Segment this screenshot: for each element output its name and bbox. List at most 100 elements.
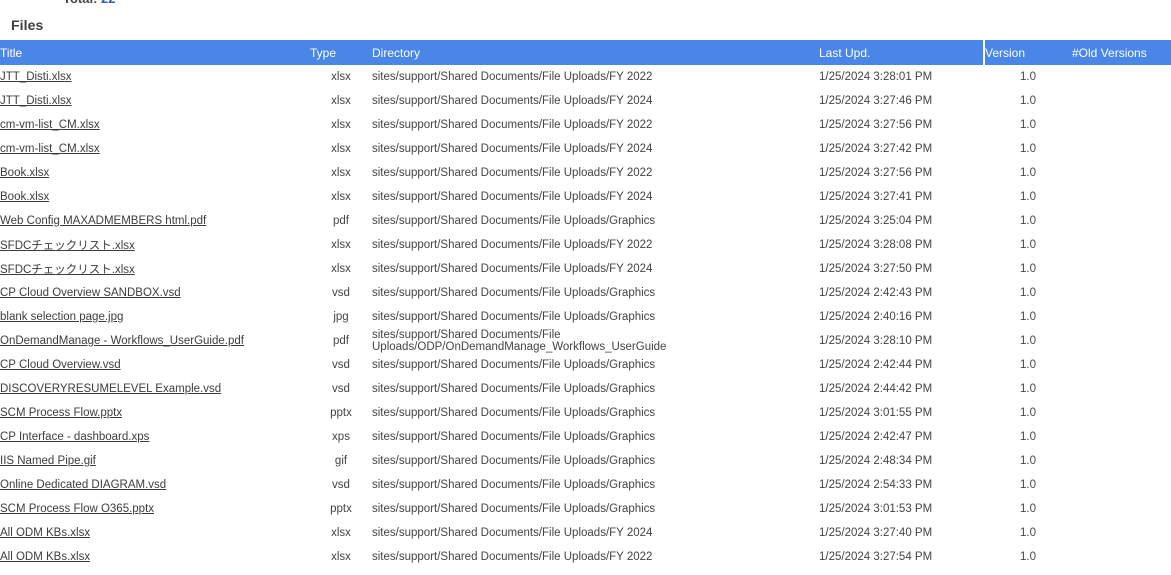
cell-last-updated: 1/25/2024 3:27:46 PM [819, 89, 984, 113]
cell-type: pptx [310, 401, 372, 425]
cell-version: 1.0 [984, 137, 1072, 161]
cell-last-updated: 1/25/2024 3:28:01 PM [819, 65, 984, 89]
cell-directory: sites/support/Shared Documents/File Uplo… [372, 233, 819, 257]
cell-type: jpg [310, 305, 372, 329]
files-table-body: JTT_Disti.xlsx xlsx sites/support/Shared D… [0, 65, 1171, 569]
cell-type: xlsx [310, 185, 372, 209]
total-value: 22 [101, 0, 115, 6]
cell-type: xlsx [310, 113, 372, 137]
cell-title: CP Cloud Overview SANDBOX.vsd [0, 281, 310, 305]
cell-title: JTT_Disti.xlsx [0, 89, 310, 113]
cell-old-versions [1072, 137, 1171, 161]
file-title-link[interactable]: JTT_Disti.xlsx [0, 71, 72, 83]
file-title-link[interactable]: Online Dedicated DIAGRAM.vsd [0, 479, 166, 491]
file-title-link[interactable]: IIS Named Pipe.gif [0, 455, 96, 467]
cell-old-versions [1072, 65, 1171, 89]
table-row: Online Dedicated DIAGRAM.vsd vsd sites/sup… [0, 473, 1171, 497]
cell-directory: sites/support/Shared Documents/File Uplo… [372, 329, 819, 353]
cell-old-versions [1072, 545, 1171, 569]
cell-type: xlsx [310, 137, 372, 161]
file-title-link[interactable]: CP Cloud Overview.vsd [0, 359, 121, 371]
cell-version: 1.0 [984, 497, 1072, 521]
cell-type: xlsx [310, 161, 372, 185]
total-label: Total: [63, 0, 97, 6]
column-header-version[interactable]: Version [983, 40, 1072, 65]
cell-version: 1.0 [984, 209, 1072, 233]
cell-version: 1.0 [984, 473, 1072, 497]
file-title-link[interactable]: blank selection page.jpg [0, 311, 123, 323]
cell-directory: sites/support/Shared Documents/File Uplo… [372, 377, 819, 401]
file-title-link[interactable]: cm-vm-list_CM.xlsx [0, 143, 100, 155]
total-count-summary: Total: 22 [63, 0, 116, 6]
file-title-link[interactable]: All ODM KBs.xlsx [0, 527, 90, 539]
file-title-link[interactable]: SFDCチェックリスト.xlsx [0, 240, 135, 252]
cell-type: xlsx [310, 233, 372, 257]
table-row: JTT_Disti.xlsx xlsx sites/support/Shared D… [0, 89, 1171, 113]
cell-type: pdf [310, 329, 372, 353]
file-title-link[interactable]: Web Config MAXADMEMBERS html.pdf [0, 215, 206, 227]
file-title-link[interactable]: JTT_Disti.xlsx [0, 95, 72, 107]
cell-type: xps [310, 425, 372, 449]
table-row: SFDCチェックリスト.xlsx xlsx sites/support/Shared… [0, 233, 1171, 257]
file-title-link[interactable]: CP Interface - dashboard.xps [0, 431, 149, 443]
file-title-link[interactable]: Book.xlsx [0, 167, 49, 179]
column-header-type[interactable]: Type [310, 40, 372, 65]
cell-directory: sites/support/Shared Documents/File Uplo… [372, 473, 819, 497]
cell-old-versions [1072, 425, 1171, 449]
table-row: CP Cloud Overview SANDBOX.vsd vsd sites/su… [0, 281, 1171, 305]
cell-type: vsd [310, 377, 372, 401]
file-title-link[interactable]: SCM Process Flow.pptx [0, 407, 122, 419]
cell-title: OnDemandManage - Workflows_UserGuide.pdf [0, 329, 310, 353]
cell-old-versions [1072, 401, 1171, 425]
cell-version: 1.0 [984, 65, 1072, 89]
cell-version: 1.0 [984, 281, 1072, 305]
cell-version: 1.0 [984, 377, 1072, 401]
cell-version: 1.0 [984, 257, 1072, 281]
column-header-title[interactable]: Title [0, 40, 310, 65]
files-table: Title Type Directory Last Upd. Version #… [0, 40, 1171, 569]
table-row: IIS Named Pipe.gif gif sites/support/Share… [0, 449, 1171, 473]
cell-old-versions [1072, 305, 1171, 329]
file-title-link[interactable]: OnDemandManage - Workflows_UserGuide.pdf [0, 335, 244, 347]
page-title: Files [11, 17, 44, 33]
cell-type: vsd [310, 473, 372, 497]
table-row: All ODM KBs.xlsx xlsx sites/support/Shared… [0, 521, 1171, 545]
file-title-link[interactable]: DISCOVERYRESUMELEVEL Example.vsd [0, 383, 221, 395]
file-title-link[interactable]: cm-vm-list_CM.xlsx [0, 119, 100, 131]
cell-directory: sites/support/Shared Documents/File Uplo… [372, 545, 819, 569]
cell-title: IIS Named Pipe.gif [0, 449, 310, 473]
cell-last-updated: 1/25/2024 3:28:10 PM [819, 329, 984, 353]
cell-last-updated: 1/25/2024 3:27:50 PM [819, 257, 984, 281]
cell-old-versions [1072, 161, 1171, 185]
cell-title: All ODM KBs.xlsx [0, 521, 310, 545]
table-row: cm-vm-list_CM.xlsx xlsx sites/support/Shar… [0, 137, 1171, 161]
cell-last-updated: 1/25/2024 3:27:41 PM [819, 185, 984, 209]
cell-last-updated: 1/25/2024 3:27:40 PM [819, 521, 984, 545]
cell-version: 1.0 [984, 449, 1072, 473]
cell-version: 1.0 [984, 353, 1072, 377]
file-title-link[interactable]: SFDCチェックリスト.xlsx [0, 264, 135, 276]
cell-last-updated: 1/25/2024 2:44:42 PM [819, 377, 984, 401]
cell-title: DISCOVERYRESUMELEVEL Example.vsd [0, 377, 310, 401]
file-title-link[interactable]: SCM Process Flow O365.pptx [0, 503, 154, 515]
table-row: Book.xlsx xlsx sites/support/Shared Docume… [0, 185, 1171, 209]
column-header-directory[interactable]: Directory [372, 40, 819, 65]
cell-old-versions [1072, 449, 1171, 473]
file-title-link[interactable]: All ODM KBs.xlsx [0, 551, 90, 563]
table-row: OnDemandManage - Workflows_UserGuide.pdf… [0, 329, 1171, 353]
cell-title: Book.xlsx [0, 185, 310, 209]
cell-type: pdf [310, 209, 372, 233]
cell-directory: sites/support/Shared Documents/File Uplo… [372, 449, 819, 473]
cell-version: 1.0 [984, 161, 1072, 185]
cell-version: 1.0 [984, 401, 1072, 425]
cell-type: gif [310, 449, 372, 473]
file-title-link[interactable]: Book.xlsx [0, 191, 49, 203]
cell-directory: sites/support/Shared Documents/File Uplo… [372, 185, 819, 209]
table-row: Web Config MAXADMEMBERS html.pdf pdf sites… [0, 209, 1171, 233]
column-header-last-updated[interactable]: Last Upd. [819, 40, 984, 65]
table-row: Book.xlsx xlsx sites/support/Shared Docume… [0, 161, 1171, 185]
table-row: SCM Process Flow.pptx pptx sites/support/S… [0, 401, 1171, 425]
column-header-old-versions[interactable]: #Old Versions [1072, 40, 1171, 65]
cell-old-versions [1072, 281, 1171, 305]
file-title-link[interactable]: CP Cloud Overview SANDBOX.vsd [0, 287, 181, 299]
